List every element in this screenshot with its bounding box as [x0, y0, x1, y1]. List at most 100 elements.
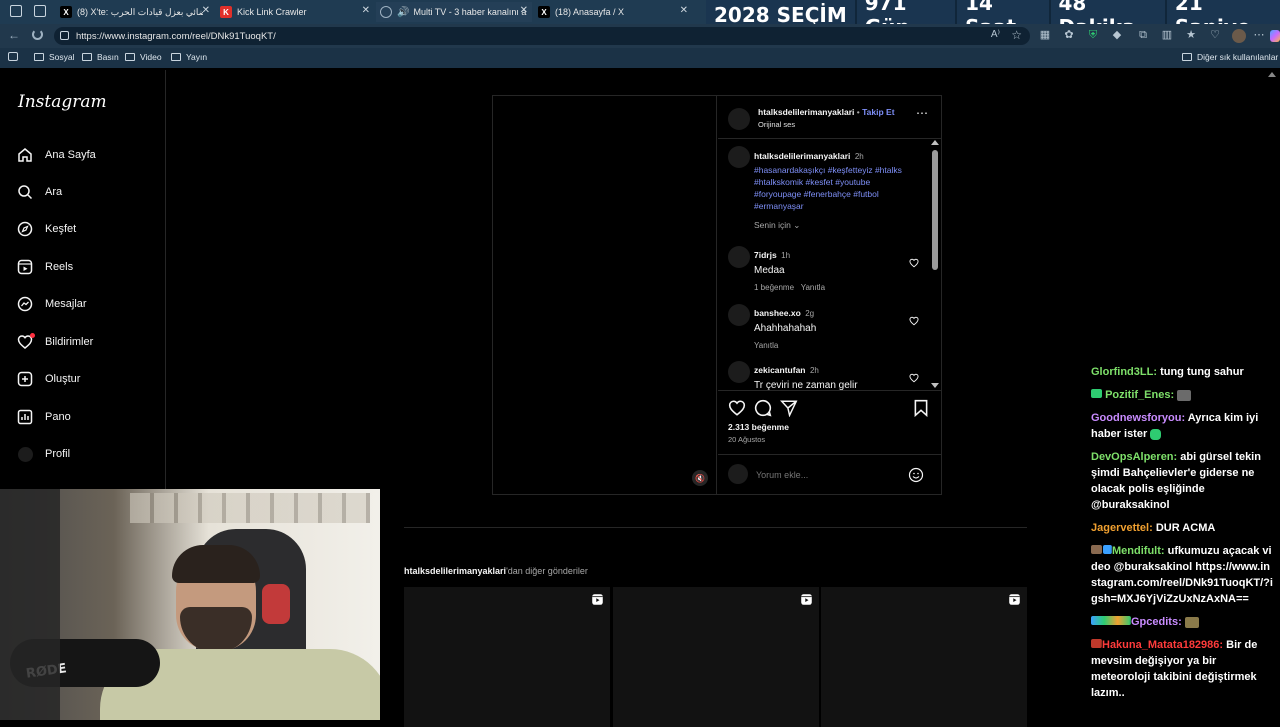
- comment-sort-dropdown[interactable]: Senin için ⌄: [754, 220, 800, 231]
- comment-item: banshee.xo 2g Ahahhahahah Yanıtla: [754, 303, 816, 350]
- close-tab-icon[interactable]: ✕: [680, 5, 688, 16]
- comment-avatar[interactable]: [728, 304, 750, 326]
- more-post-thumbnail[interactable]: [613, 587, 819, 727]
- comment-username[interactable]: zekicantufan: [754, 365, 806, 375]
- tab-label: (18) Anasayfa / X: [555, 7, 625, 17]
- bookmark-folder-sosyal[interactable]: Sosyal: [34, 52, 75, 62]
- nav-label: Reels: [45, 261, 74, 273]
- comments-scrollbar[interactable]: [931, 140, 939, 388]
- nav-label: Ara: [45, 186, 63, 198]
- like-icon[interactable]: [728, 399, 746, 417]
- comment-avatar[interactable]: [728, 246, 750, 268]
- speaker-icon[interactable]: 🔊: [397, 7, 409, 18]
- extensions-puzzle-icon[interactable]: ⧉: [1136, 28, 1150, 42]
- close-tab-icon[interactable]: ✕: [362, 5, 370, 16]
- reply-button[interactable]: Yanıtla: [801, 283, 825, 292]
- emoji-icon[interactable]: [908, 467, 924, 483]
- scroll-thumb[interactable]: [932, 150, 938, 270]
- comment-likes[interactable]: 1 beğenme: [754, 283, 794, 292]
- author-avatar[interactable]: [728, 108, 750, 130]
- more-post-thumbnail[interactable]: [404, 587, 610, 727]
- hashtag-line[interactable]: #ermanyaşar: [754, 200, 924, 212]
- bookmark-folder-video[interactable]: Video: [125, 52, 162, 62]
- bookmark-folder-yayin[interactable]: Yayın: [171, 52, 207, 62]
- like-comment-icon[interactable]: [909, 258, 919, 268]
- reading-list-icon[interactable]: [8, 52, 18, 61]
- instagram-logo[interactable]: Instagram: [18, 92, 107, 112]
- comment-avatar[interactable]: [728, 361, 750, 383]
- tab-actions-icon[interactable]: [10, 5, 22, 17]
- close-tab-icon[interactable]: ✕: [520, 5, 528, 16]
- tab-kick-link-crawler[interactable]: K Kick Link Crawler ✕: [216, 2, 374, 22]
- read-aloud-icon[interactable]: A⁾: [991, 29, 1000, 40]
- profile-avatar[interactable]: [1232, 29, 1246, 43]
- audio-label[interactable]: Orijinal ses: [758, 120, 795, 129]
- like-comment-icon[interactable]: [909, 373, 919, 383]
- more-post-thumbnail[interactable]: [821, 587, 1027, 727]
- tab-label: Multi TV - 3 haber kanalını a: [413, 7, 527, 17]
- comment-input[interactable]: [756, 468, 906, 482]
- tab-multi-tv[interactable]: 🔊 Multi TV - 3 haber kanalını a ✕: [376, 2, 532, 22]
- streamer-hair: [172, 545, 260, 583]
- url-field[interactable]: https://www.instagram.com/reel/DNk91Tuoq…: [54, 27, 1030, 45]
- site-info-icon[interactable]: [60, 31, 69, 40]
- like-count[interactable]: 2.313 beğenme: [728, 422, 789, 432]
- caption-avatar[interactable]: [728, 146, 750, 168]
- back-icon[interactable]: ←: [8, 28, 20, 42]
- nav-profile[interactable]: Profil: [16, 445, 70, 463]
- comment-text: Medaa: [754, 265, 785, 276]
- more-options-icon[interactable]: ⋯: [916, 106, 928, 120]
- save-bookmark-icon[interactable]: [912, 399, 930, 417]
- nav-create[interactable]: Oluştur: [16, 370, 80, 388]
- comment-icon[interactable]: [754, 399, 772, 417]
- tab-x-home[interactable]: X (18) Anasayfa / X ✕: [534, 2, 692, 22]
- like-comment-icon[interactable]: [909, 316, 919, 326]
- vertical-tabs-icon[interactable]: [34, 5, 46, 17]
- more-posts-suffix: 'dan diğer gönderiler: [506, 566, 588, 576]
- extension-icon[interactable]: ✿: [1062, 28, 1076, 42]
- hashtag-line[interactable]: #hasanardakaşıkçı #keşfetteyiz #htalks: [754, 164, 924, 176]
- tab-x-post[interactable]: X (8) X'te: إقضائي بعزل قيادات الحرب ✕: [56, 2, 214, 22]
- chat-message: Goodnewsforyou: Ayrıca kim iyi haber ist…: [1086, 410, 1276, 442]
- nav-explore[interactable]: Keşfet: [16, 220, 76, 238]
- scroll-up-arrow[interactable]: [931, 140, 939, 145]
- author-username[interactable]: htalksdelilerimanyaklari: [758, 107, 854, 117]
- other-bookmarks[interactable]: Diğer sık kullanılanlar: [1182, 52, 1278, 62]
- loading-spinner-icon[interactable]: [32, 29, 43, 40]
- comment-username[interactable]: 7idrjs: [754, 250, 777, 260]
- chat-emote-icon: [1184, 616, 1199, 628]
- split-screen-icon[interactable]: ▥: [1160, 28, 1174, 42]
- more-posts-username[interactable]: htalksdelilerimanyaklari: [404, 566, 506, 576]
- hashtag-line[interactable]: #htalkskomik #kesfet #youtube: [754, 176, 924, 188]
- bookmark-folder-basin[interactable]: Basın: [82, 52, 119, 62]
- actions-divider: [718, 390, 941, 391]
- close-tab-icon[interactable]: ✕: [202, 5, 210, 16]
- nav-reels[interactable]: Reels: [16, 258, 73, 276]
- wall-frames: [130, 493, 370, 523]
- nav-home[interactable]: Ana Sayfa: [16, 146, 96, 164]
- hashtag-line[interactable]: #foryoupage #fenerbahçe #futbol: [754, 188, 924, 200]
- bookmark-label: Sosyal: [49, 52, 75, 62]
- scroll-down-arrow[interactable]: [931, 383, 939, 388]
- reply-button[interactable]: Yanıtla: [754, 341, 816, 350]
- extension-icon[interactable]: ◆: [1110, 28, 1124, 42]
- more-menu-icon[interactable]: ⋯: [1252, 28, 1266, 42]
- favorites-icon[interactable]: ★: [1184, 28, 1198, 42]
- mute-icon[interactable]: 🔇: [692, 470, 708, 486]
- comment-username[interactable]: banshee.xo: [754, 308, 801, 318]
- reel-video[interactable]: 🔇: [493, 96, 717, 494]
- browser-essentials-icon[interactable]: ♡: [1208, 28, 1222, 42]
- caption-username[interactable]: htalksdelilerimanyaklari: [754, 151, 850, 161]
- copilot-icon[interactable]: [1270, 30, 1280, 42]
- shield-extension-icon[interactable]: ⛨: [1086, 28, 1100, 42]
- extension-icon[interactable]: ▦: [1038, 28, 1052, 42]
- follow-button[interactable]: Takip Et: [862, 107, 894, 117]
- nav-messages[interactable]: Mesajlar: [16, 295, 87, 313]
- nav-notifications[interactable]: Bildirimler: [16, 333, 93, 351]
- nav-search[interactable]: Ara: [16, 183, 62, 201]
- my-avatar: [728, 464, 748, 484]
- nav-dashboard[interactable]: Pano: [16, 408, 71, 426]
- share-icon[interactable]: [780, 399, 798, 417]
- scroll-up-arrow[interactable]: [1268, 72, 1276, 77]
- favorite-star-icon[interactable]: ☆: [1011, 28, 1022, 42]
